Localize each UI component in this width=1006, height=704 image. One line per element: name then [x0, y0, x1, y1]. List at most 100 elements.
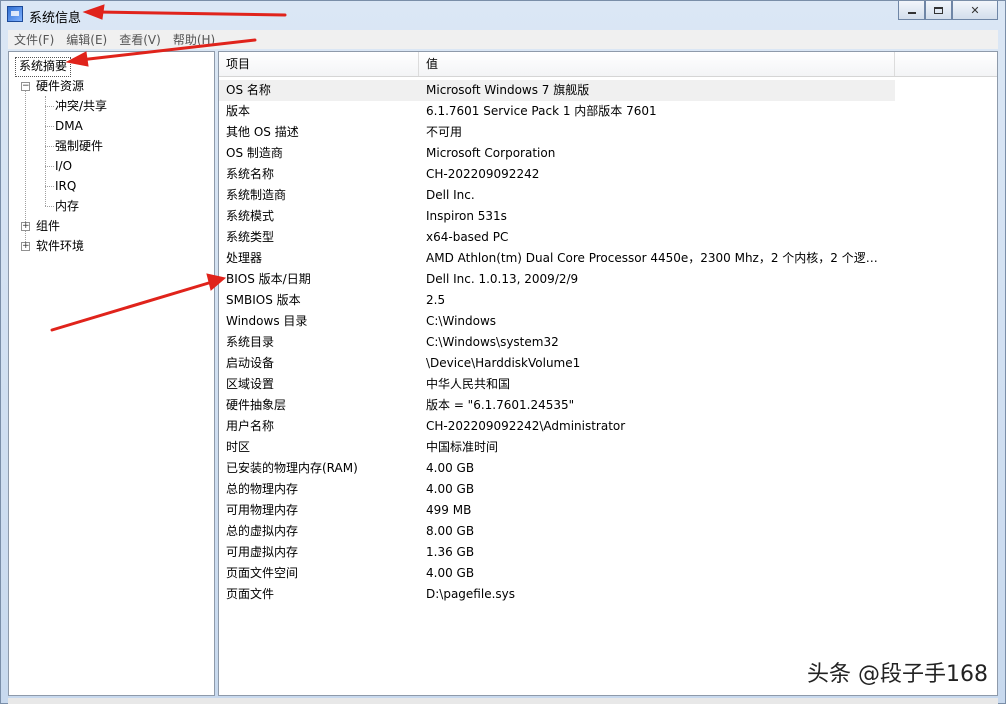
- table-row[interactable]: 系统类型 x64-based PC: [219, 227, 997, 248]
- table-row[interactable]: 页面文件 D:\pagefile.sys: [219, 584, 997, 605]
- row-item: 系统模式: [226, 209, 275, 223]
- row-item: 其他 OS 描述: [226, 125, 299, 139]
- row-value: \Device\HarddiskVolume1: [426, 356, 581, 370]
- minimize-button[interactable]: [898, 1, 925, 20]
- close-icon: ✕: [970, 3, 980, 17]
- watermark: 头条 @段子手168: [807, 662, 988, 687]
- table-row[interactable]: 时区 中国标准时间: [219, 437, 997, 458]
- row-value: 8.00 GB: [426, 524, 475, 538]
- menu-bar: 文件(F) 编辑(E) 查看(V) 帮助(H): [8, 30, 998, 49]
- expand-icon[interactable]: +: [21, 242, 30, 251]
- row-value: 499 MB: [426, 503, 472, 517]
- row-value: CH-202209092242\Administrator: [426, 419, 626, 433]
- table-row[interactable]: OS 名称 Microsoft Windows 7 旗舰版: [219, 80, 895, 101]
- table-row[interactable]: 页面文件空间 4.00 GB: [219, 563, 997, 584]
- table-row[interactable]: 系统名称 CH-202209092242: [219, 164, 997, 185]
- table-row[interactable]: 系统模式 Inspiron 531s: [219, 206, 997, 227]
- table-row[interactable]: 总的虚拟内存 8.00 GB: [219, 521, 997, 542]
- table-row[interactable]: SMBIOS 版本 2.5: [219, 290, 997, 311]
- row-value: x64-based PC: [426, 230, 509, 244]
- row-item: 页面文件: [226, 587, 275, 601]
- row-value: C:\Windows: [426, 314, 497, 328]
- row-item: Windows 目录: [226, 314, 308, 328]
- table-row[interactable]: Windows 目录 C:\Windows: [219, 311, 997, 332]
- table-row[interactable]: 总的物理内存 4.00 GB: [219, 479, 997, 500]
- close-button[interactable]: ✕: [952, 1, 998, 20]
- status-bar: [8, 698, 998, 704]
- column-header-item[interactable]: 项目: [219, 52, 419, 76]
- row-item: 可用虚拟内存: [226, 545, 299, 559]
- window-title: 系统信息: [29, 11, 82, 26]
- row-item: 用户名称: [226, 419, 275, 433]
- row-item: 系统类型: [226, 230, 275, 244]
- tree-item-conflicts[interactable]: 冲突/共享: [55, 97, 107, 115]
- table-row[interactable]: 处理器 AMD Athlon(tm) Dual Core Processor 44…: [219, 248, 997, 269]
- row-item: 区域设置: [226, 377, 275, 391]
- row-value: D:\pagefile.sys: [426, 587, 515, 601]
- row-item: BIOS 版本/日期: [226, 272, 311, 286]
- tree-item-forced-hardware[interactable]: 强制硬件: [55, 137, 103, 155]
- menu-edit[interactable]: 编辑(E): [60, 31, 113, 48]
- row-item: 总的虚拟内存: [226, 524, 299, 538]
- row-value: 6.1.7601 Service Pack 1 内部版本 7601: [426, 104, 657, 118]
- tree-item-software[interactable]: 软件环境: [36, 237, 84, 255]
- table-row[interactable]: 启动设备 \Device\HarddiskVolume1: [219, 353, 997, 374]
- tree-item-dma[interactable]: DMA: [55, 117, 83, 135]
- column-header-value[interactable]: 值: [419, 52, 895, 76]
- row-value: Inspiron 531s: [426, 209, 507, 223]
- row-item: 时区: [226, 440, 251, 454]
- row-value: 4.00 GB: [426, 566, 475, 580]
- collapse-icon[interactable]: −: [21, 82, 30, 91]
- table-row[interactable]: OS 制造商 Microsoft Corporation: [219, 143, 997, 164]
- expand-icon[interactable]: +: [21, 222, 30, 231]
- row-item: 版本: [226, 104, 251, 118]
- row-item: OS 制造商: [226, 146, 283, 160]
- row-item: SMBIOS 版本: [226, 293, 301, 307]
- row-item: OS 名称: [226, 83, 271, 97]
- row-item: 系统名称: [226, 167, 275, 181]
- row-item: 总的物理内存: [226, 482, 299, 496]
- row-value: 1.36 GB: [426, 545, 475, 559]
- maximize-icon: [934, 6, 943, 14]
- row-item: 启动设备: [226, 356, 275, 370]
- title-bar[interactable]: 系统信息 ✕: [1, 1, 1005, 29]
- row-item: 页面文件空间: [226, 566, 299, 580]
- table-row[interactable]: 硬件抽象层 版本 = "6.1.7601.24535": [219, 395, 997, 416]
- row-value: 不可用: [426, 125, 463, 139]
- row-item: 可用物理内存: [226, 503, 299, 517]
- tree-item-hardware[interactable]: 硬件资源: [36, 77, 84, 95]
- system-info-icon: [7, 6, 23, 22]
- table-row[interactable]: 用户名称 CH-202209092242\Administrator: [219, 416, 997, 437]
- tree-item-io[interactable]: I/O: [55, 157, 72, 175]
- maximize-button[interactable]: [925, 1, 952, 20]
- row-value: 2.5: [426, 293, 446, 307]
- row-item: 系统制造商: [226, 188, 287, 202]
- table-row[interactable]: 系统制造商 Dell Inc.: [219, 185, 997, 206]
- row-value: Dell Inc.: [426, 188, 475, 202]
- row-value: 版本 = "6.1.7601.24535": [426, 398, 575, 412]
- table-row[interactable]: 其他 OS 描述 不可用: [219, 122, 997, 143]
- menu-help[interactable]: 帮助(H): [167, 31, 221, 48]
- tree-item-components[interactable]: 组件: [36, 217, 60, 235]
- row-value: Dell Inc. 1.0.13, 2009/2/9: [426, 272, 579, 286]
- system-info-window: 系统信息 ✕ 文件(F) 编辑(E) 查看(V) 帮助(H) 系统摘要 − 硬件…: [0, 0, 1006, 704]
- menu-view[interactable]: 查看(V): [113, 31, 167, 48]
- menu-file[interactable]: 文件(F): [8, 31, 60, 48]
- table-row[interactable]: BIOS 版本/日期 Dell Inc. 1.0.13, 2009/2/9: [219, 269, 997, 290]
- list-rows: OS 名称 Microsoft Windows 7 旗舰版版本 6.1.7601 S…: [219, 80, 997, 605]
- table-row[interactable]: 已安装的物理内存(RAM) 4.00 GB: [219, 458, 997, 479]
- tree-item-memory[interactable]: 内存: [55, 197, 79, 215]
- table-row[interactable]: 可用物理内存 499 MB: [219, 500, 997, 521]
- table-row[interactable]: 区域设置 中华人民共和国: [219, 374, 997, 395]
- tree-item-irq[interactable]: IRQ: [55, 177, 76, 195]
- row-value: 中国标准时间: [426, 440, 499, 454]
- table-row[interactable]: 版本 6.1.7601 Service Pack 1 内部版本 7601: [219, 101, 997, 122]
- details-list: 项目 值 OS 名称 Microsoft Windows 7 旗舰版版本 6.1.7…: [218, 51, 998, 696]
- tree-item-system-summary[interactable]: 系统摘要: [15, 57, 72, 77]
- category-tree: 系统摘要 − 硬件资源 冲突/共享 DMA 强制硬件 I/O IRQ 内存 + …: [8, 51, 215, 696]
- row-item: 系统目录: [226, 335, 275, 349]
- table-row[interactable]: 系统目录 C:\Windows\system32: [219, 332, 997, 353]
- row-item: 处理器: [226, 251, 263, 265]
- table-row[interactable]: 可用虚拟内存 1.36 GB: [219, 542, 997, 563]
- row-value: 4.00 GB: [426, 461, 475, 475]
